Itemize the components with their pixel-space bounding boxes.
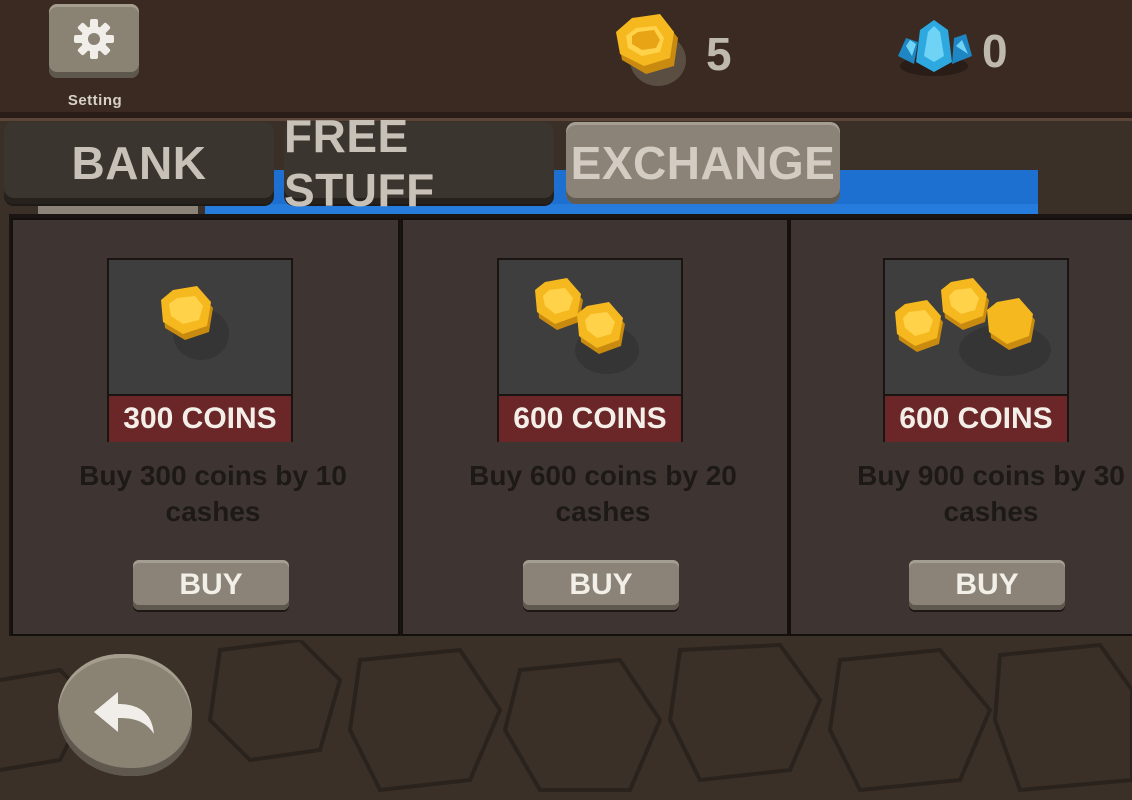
buy-button-label: BUY (955, 568, 1019, 601)
offer-description: Buy 900 coins by 30 cashes (857, 460, 1125, 527)
offer-tag: 600 COINS (885, 394, 1067, 442)
tab-exchange[interactable]: EXCHANGE (566, 122, 840, 204)
tab-exchange-label: EXCHANGE (570, 137, 836, 189)
gear-icon (70, 15, 118, 68)
offer-description: Buy 600 coins by 20 cashes (469, 460, 737, 527)
offer-art (885, 260, 1067, 394)
gem-balance: 0 (894, 16, 1008, 85)
tab-free-stuff-label: FREE STUFF (284, 110, 435, 216)
offer-thumbnail: 600 COINS (883, 258, 1069, 442)
buy-button[interactable]: BUY (909, 560, 1065, 610)
buy-button-label: BUY (569, 568, 633, 601)
gem-count: 0 (982, 24, 1008, 77)
offer-description: Buy 300 coins by 10 cashes (79, 460, 347, 527)
coin-pile-icon (895, 278, 1051, 376)
buy-button-label: BUY (179, 568, 243, 601)
buy-button[interactable]: BUY (133, 560, 289, 610)
offer-thumbnail: 600 COINS (497, 258, 683, 442)
tab-bank[interactable]: BANK (4, 122, 274, 204)
offer-grid: 300 COINS Buy 300 coins by 10 cashes BUY… (9, 214, 1132, 636)
coin-balance: 5 (612, 14, 732, 93)
offer-card: 600 COINS Buy 600 coins by 20 cashes BUY (401, 218, 789, 636)
offer-art (109, 260, 291, 394)
offer-card: 600 COINS Buy 900 coins by 30 cashes BUY (789, 218, 1132, 636)
coin-icon (612, 14, 692, 93)
offer-art (499, 260, 681, 394)
gem-icon (894, 16, 976, 85)
offer-tag: 600 COINS (499, 394, 681, 442)
offer-card: 300 COINS Buy 300 coins by 10 cashes BUY (11, 218, 400, 636)
settings-label: Setting (67, 92, 123, 109)
settings-button[interactable] (49, 4, 139, 78)
back-arrow-icon (90, 688, 160, 743)
buy-button[interactable]: BUY (523, 560, 679, 610)
coin-stack-icon (535, 278, 639, 374)
tab-bank-label: BANK (71, 137, 207, 189)
offer-tag: 300 COINS (109, 394, 291, 442)
offer-thumbnail: 300 COINS (107, 258, 293, 442)
tab-free-stuff[interactable]: FREE STUFF (284, 110, 554, 216)
coin-icon (161, 286, 229, 360)
coin-count: 5 (706, 27, 732, 80)
